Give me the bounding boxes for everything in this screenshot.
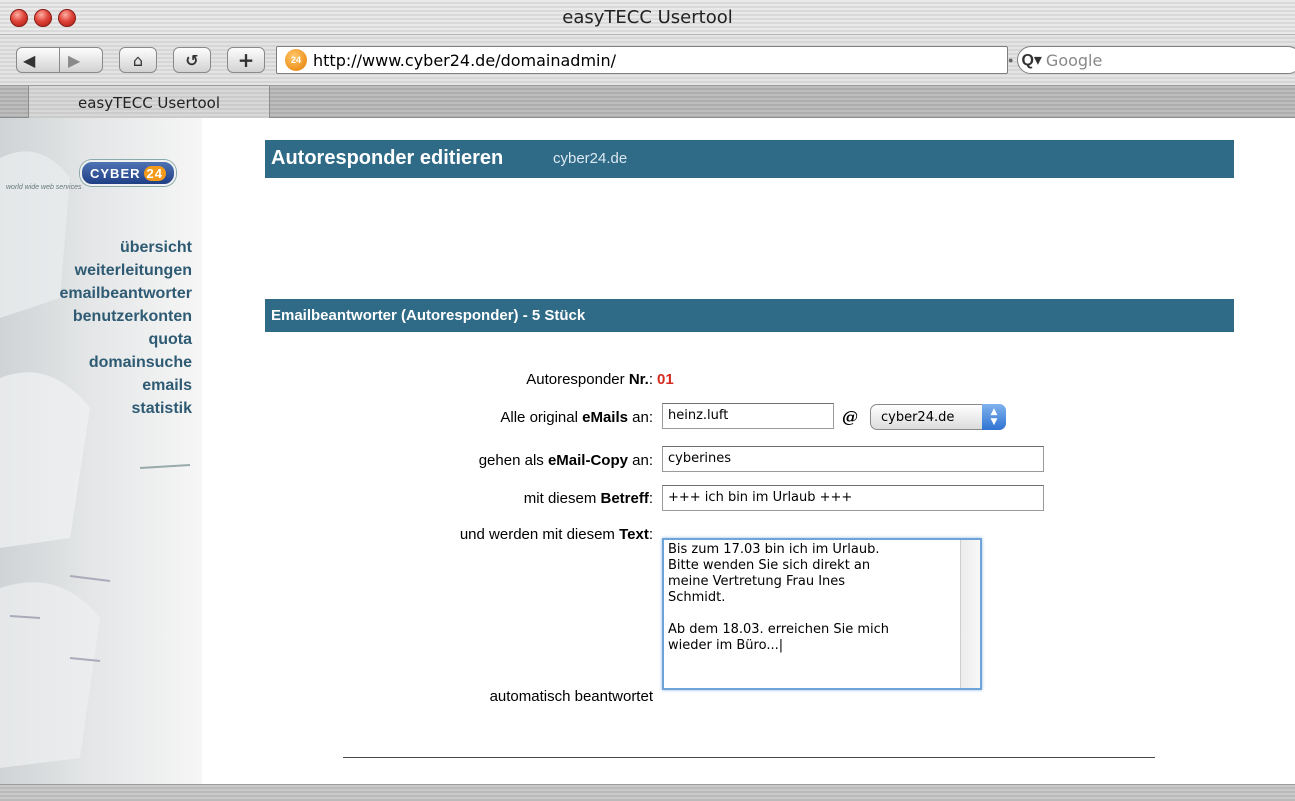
- reload-icon: ↺: [185, 50, 199, 70]
- original-emails-label: Alle original eMails an:: [500, 409, 653, 426]
- subject-field[interactable]: +++ ich bin im Urlaub +++: [662, 485, 1044, 511]
- page-content: CYBER 24 world wide web services übersich…: [0, 118, 1295, 784]
- sidebar-item-statistik[interactable]: statistik: [60, 397, 192, 420]
- subject-label-bold: Betreff: [600, 490, 649, 507]
- window-title: easyTECC Usertool: [562, 7, 733, 28]
- site-favicon-icon: 24: [285, 49, 307, 71]
- text-label-text: und werden mit diesem: [459, 526, 620, 543]
- sidebar-item-quota[interactable]: quota: [60, 328, 192, 351]
- sidebar-nav: übersicht weiterleitungen emailbeantwort…: [60, 236, 192, 420]
- original-label-suffix: an:: [627, 409, 653, 426]
- search-snapback-icon: ●: [1008, 55, 1014, 65]
- cyber24-logo[interactable]: CYBER 24: [80, 160, 176, 186]
- search-input[interactable]: ● Q▾ Google: [1008, 46, 1295, 74]
- plus-icon: +: [237, 48, 255, 72]
- subject-label-text: mit diesem: [523, 490, 601, 507]
- section-header-bar: Emailbeantworter (Autoresponder) - 5 Stü…: [265, 299, 1234, 332]
- main-panel: Autoresponder editieren cyber24.de Email…: [265, 118, 1235, 784]
- auto-answered-label: automatisch beantwortet: [489, 688, 653, 705]
- nr-label-bold: Nr.: [628, 371, 649, 388]
- back-arrow-icon: ◀: [23, 50, 36, 70]
- section-title: Emailbeantworter (Autoresponder) - 5 Stü…: [271, 307, 586, 324]
- home-icon: ⌂: [132, 50, 144, 70]
- sidebar-item-emails[interactable]: emails: [60, 374, 192, 397]
- forward-button[interactable]: ▶: [59, 47, 103, 73]
- text-label: und werden mit diesem Text:: [460, 526, 653, 543]
- select-arrows-icon: ▲ ▼: [982, 404, 1006, 430]
- textarea-scrollbar[interactable]: [960, 540, 980, 688]
- home-button[interactable]: ⌂: [119, 47, 157, 73]
- forward-arrow-icon: ▶: [68, 50, 81, 70]
- original-email-field[interactable]: heinz.luft: [662, 403, 834, 429]
- add-bookmark-button[interactable]: +: [227, 47, 265, 73]
- domain-select-value: cyber24.de: [881, 409, 955, 425]
- autoresponder-number: 01: [657, 371, 674, 388]
- email-copy-label: gehen als eMail-Copy an:: [479, 452, 653, 469]
- reload-button[interactable]: ↺: [173, 47, 211, 73]
- nr-label: Autoresponder Nr.:: [526, 371, 653, 388]
- sidebar-item-domainsuche[interactable]: domainsuche: [60, 351, 192, 374]
- back-button[interactable]: ◀: [16, 47, 60, 73]
- window-bottom-bar: [0, 784, 1295, 801]
- original-label-text: Alle original: [500, 409, 583, 426]
- page-domain: cyber24.de: [553, 150, 628, 167]
- search-placeholder: Google: [1045, 50, 1103, 70]
- sidebar: CYBER 24 world wide web services übersich…: [0, 118, 202, 784]
- page-title: Autoresponder editieren: [271, 147, 504, 169]
- sidebar-background-art: [0, 151, 191, 768]
- sidebar-item-benutzerkonten[interactable]: benutzerkonten: [60, 305, 192, 328]
- page-header-bar: Autoresponder editieren cyber24.de: [265, 140, 1234, 178]
- logo-number: 24: [143, 165, 166, 181]
- tab-strip: easyTECC Usertool: [0, 85, 1295, 119]
- domain-select[interactable]: cyber24.de ▲ ▼: [870, 404, 1006, 430]
- tab-easytecc-usertool[interactable]: easyTECC Usertool: [28, 86, 270, 119]
- message-text: Bis zum 17.03 bin ich im Urlaub. Bitte w…: [668, 542, 889, 653]
- window-titlebar: easyTECC Usertool: [0, 0, 1295, 35]
- subject-label-colon: :: [648, 490, 653, 507]
- subject-label: mit diesem Betreff:: [524, 490, 653, 507]
- logo-tagline: world wide web services: [6, 184, 82, 191]
- nr-label-text: Autoresponder: [526, 371, 629, 388]
- search-icon: Q▾: [1021, 52, 1042, 69]
- address-bar[interactable]: 24 http://www.cyber24.de/domainadmin/: [276, 46, 1008, 74]
- text-label-colon: :: [648, 526, 653, 543]
- sidebar-item-uebersicht[interactable]: übersicht: [60, 236, 192, 259]
- original-label-bold: eMails: [582, 409, 628, 426]
- sidebar-item-weiterleitungen[interactable]: weiterleitungen: [60, 259, 192, 282]
- sidebar-item-emailbeantworter[interactable]: emailbeantworter: [60, 282, 192, 305]
- browser-toolbar: ◀ ▶ ⌂ ↺ + 24 http://www.cyber24.de/domai…: [0, 35, 1295, 85]
- copy-label-suffix: an:: [627, 452, 653, 469]
- divider: [343, 757, 1155, 758]
- at-sign: @: [842, 407, 858, 426]
- copy-label-text: gehen als: [478, 452, 548, 469]
- text-label-bold: Text: [619, 526, 649, 543]
- copy-label-bold: eMail-Copy: [547, 452, 628, 469]
- nr-label-colon: :: [648, 371, 653, 388]
- logo-text: CYBER: [90, 165, 141, 181]
- message-textarea[interactable]: Bis zum 17.03 bin ich im Urlaub. Bitte w…: [662, 538, 982, 690]
- email-copy-field[interactable]: cyberines: [662, 446, 1044, 472]
- url-text: http://www.cyber24.de/domainadmin/: [313, 50, 617, 70]
